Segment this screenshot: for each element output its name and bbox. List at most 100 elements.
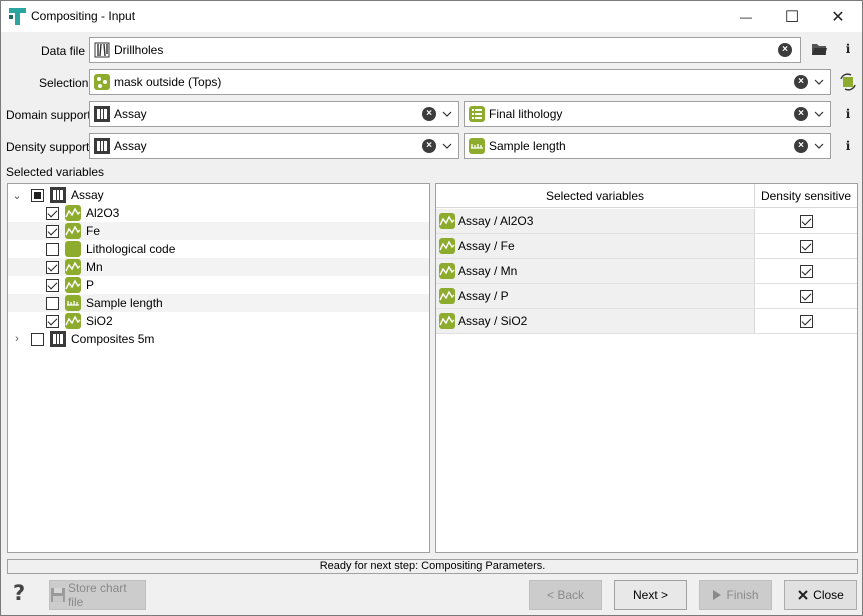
column-header-variables[interactable]: Selected variables bbox=[436, 184, 755, 208]
density-sensitive-cell bbox=[755, 209, 857, 233]
tree-item[interactable]: Al2O3 bbox=[8, 204, 429, 222]
tree-checkbox[interactable] bbox=[46, 314, 59, 328]
selected-variables-table: Selected variables Density sensitive Ass… bbox=[435, 183, 858, 553]
density-support-file-field[interactable]: Assay × bbox=[89, 133, 459, 159]
help-icon[interactable]: ? bbox=[13, 581, 25, 605]
data-file-field[interactable]: Drillholes × bbox=[89, 37, 801, 63]
numeric-variable-icon bbox=[65, 223, 81, 239]
selection-mask-icon bbox=[94, 74, 110, 90]
chevron-down-icon[interactable] bbox=[808, 102, 830, 126]
numeric-variable-icon bbox=[439, 263, 455, 279]
chevron-down-icon[interactable] bbox=[436, 134, 458, 158]
maximize-button[interactable]: ☐ bbox=[769, 1, 815, 32]
data-file-value: Drillholes bbox=[114, 43, 164, 57]
variable-name: Assay / SiO2 bbox=[458, 314, 528, 328]
table-row[interactable]: Assay / Al2O3 bbox=[436, 209, 857, 234]
tree-checkbox[interactable] bbox=[31, 332, 44, 346]
clear-density-file-icon[interactable]: × bbox=[422, 139, 436, 153]
table-row[interactable]: Assay / Fe bbox=[436, 234, 857, 259]
numeric-variable-icon bbox=[439, 213, 455, 229]
density-sensitive-checkbox[interactable] bbox=[799, 239, 813, 253]
tree-node[interactable]: ⌄ Assay bbox=[8, 186, 429, 204]
tree-item-label: Composites 5m bbox=[71, 332, 155, 346]
tree-item[interactable]: Lithological code bbox=[8, 240, 429, 258]
tree-checkbox[interactable] bbox=[46, 296, 59, 310]
numeric-variable-icon bbox=[439, 288, 455, 304]
tree-item[interactable]: Mn bbox=[8, 258, 429, 276]
tree-node[interactable]: › Composites 5m bbox=[8, 330, 429, 348]
tree-checkbox[interactable] bbox=[46, 278, 59, 292]
tree-item[interactable]: P bbox=[8, 276, 429, 294]
data-file-label: Data file bbox=[41, 44, 86, 58]
tree-checkbox[interactable] bbox=[31, 188, 44, 202]
finish-label: Finish bbox=[726, 588, 759, 602]
tree-checkbox[interactable] bbox=[46, 206, 59, 220]
domain-support-file-field[interactable]: Assay × bbox=[89, 101, 459, 127]
column-header-density[interactable]: Density sensitive bbox=[755, 184, 857, 208]
clear-selection-icon[interactable]: × bbox=[794, 75, 808, 89]
clear-data-file-icon[interactable]: × bbox=[778, 43, 792, 57]
variable-name: Assay / Fe bbox=[458, 239, 515, 253]
variable-cell[interactable]: Assay / P bbox=[436, 284, 755, 308]
domain-support-variable-field[interactable]: Final lithology × bbox=[464, 101, 831, 127]
density-sensitive-checkbox[interactable] bbox=[799, 264, 813, 278]
density-sensitive-checkbox[interactable] bbox=[799, 214, 813, 228]
chevron-down-icon[interactable] bbox=[808, 134, 830, 158]
length-variable-icon bbox=[469, 138, 485, 154]
table-row[interactable]: Assay / Mn bbox=[436, 259, 857, 284]
density-sensitive-checkbox[interactable] bbox=[799, 289, 813, 303]
tree-item-label: Lithological code bbox=[86, 242, 176, 256]
close-button[interactable]: Close bbox=[784, 580, 857, 610]
density-support-variable-field[interactable]: Sample length × bbox=[464, 133, 831, 159]
chevron-down-icon[interactable] bbox=[436, 102, 458, 126]
data-file-info-icon[interactable]: i bbox=[840, 39, 856, 59]
clear-domain-file-icon[interactable]: × bbox=[422, 107, 436, 121]
status-bar: Ready for next step: Compositing Paramet… bbox=[7, 559, 858, 574]
numeric-variable-icon bbox=[439, 238, 455, 254]
clear-domain-variable-icon[interactable]: × bbox=[794, 107, 808, 121]
table-row[interactable]: Assay / SiO2 bbox=[436, 309, 857, 334]
numeric-variable-icon bbox=[65, 259, 81, 275]
density-sensitive-checkbox[interactable] bbox=[799, 314, 813, 328]
chevron-down-icon[interactable]: ⌄ bbox=[11, 189, 23, 202]
domain-support-file-value: Assay bbox=[114, 107, 147, 121]
minimize-button[interactable]: — bbox=[723, 1, 769, 32]
variable-cell[interactable]: Assay / SiO2 bbox=[436, 309, 755, 333]
density-sensitive-cell bbox=[755, 309, 857, 333]
maximize-icon: ☐ bbox=[784, 8, 800, 26]
next-button[interactable]: Next > bbox=[614, 580, 687, 610]
tree-item[interactable]: Fe bbox=[8, 222, 429, 240]
points-file-icon bbox=[50, 331, 66, 347]
tree-checkbox[interactable] bbox=[46, 224, 59, 238]
chevron-right-icon[interactable]: › bbox=[11, 333, 23, 345]
tree-item-label: Al2O3 bbox=[86, 206, 120, 220]
tree-checkbox[interactable] bbox=[46, 242, 59, 256]
window-title: Compositing - Input bbox=[31, 9, 136, 23]
variable-cell[interactable]: Assay / Al2O3 bbox=[436, 209, 755, 233]
close-window-button[interactable]: ✕ bbox=[815, 1, 861, 32]
folder-open-icon[interactable] bbox=[811, 42, 828, 57]
selection-field[interactable]: mask outside (Tops) × bbox=[89, 69, 831, 95]
numeric-variable-icon bbox=[65, 277, 81, 293]
tree-item[interactable]: Sample length bbox=[8, 294, 429, 312]
swap-selection-icon[interactable] bbox=[839, 73, 857, 91]
tree-item-label: Mn bbox=[86, 260, 103, 274]
tree-checkbox[interactable] bbox=[46, 260, 59, 274]
play-icon bbox=[713, 590, 722, 600]
table-row[interactable]: Assay / P bbox=[436, 284, 857, 309]
tree-item[interactable]: SiO2 bbox=[8, 312, 429, 330]
density-sensitive-cell bbox=[755, 234, 857, 258]
variable-cell[interactable]: Assay / Fe bbox=[436, 234, 755, 258]
variable-cell[interactable]: Assay / Mn bbox=[436, 259, 755, 283]
store-chart-file-button[interactable]: Store chart file bbox=[49, 580, 146, 610]
selected-variables-label: Selected variables bbox=[6, 165, 105, 179]
domain-support-info-icon[interactable]: i bbox=[840, 104, 856, 124]
finish-button[interactable]: Finish bbox=[699, 580, 772, 610]
points-file-icon bbox=[94, 138, 110, 154]
close-icon: ✕ bbox=[831, 8, 845, 26]
chevron-down-icon[interactable] bbox=[808, 70, 830, 94]
back-button[interactable]: < Back bbox=[529, 580, 602, 610]
clear-density-variable-icon[interactable]: × bbox=[794, 139, 808, 153]
density-support-info-icon[interactable]: i bbox=[840, 136, 856, 156]
categorical-variable-icon bbox=[65, 241, 81, 257]
